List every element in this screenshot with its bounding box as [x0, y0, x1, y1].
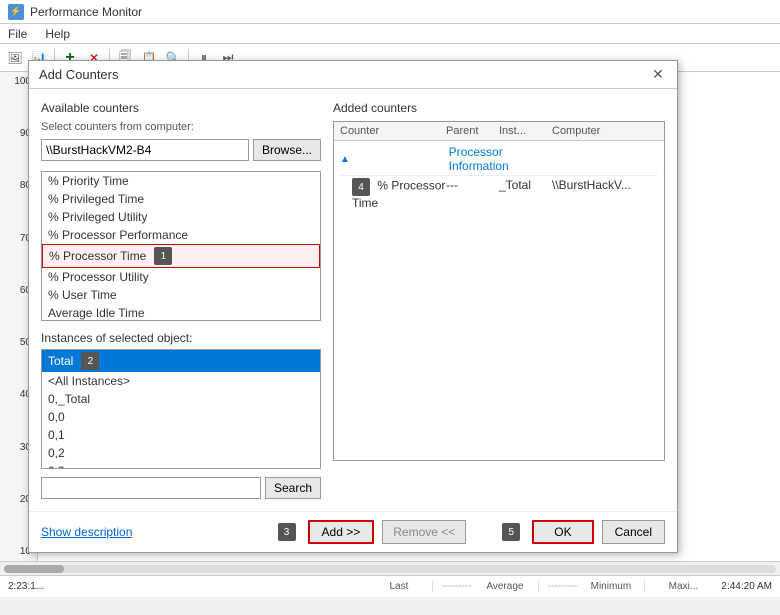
cancel-button[interactable]: Cancel	[602, 520, 665, 544]
instance-0-2[interactable]: 0,2	[42, 444, 320, 462]
row-parent: ---	[446, 178, 499, 210]
col-inst: Inst...	[499, 125, 552, 137]
counter-privileged-utility[interactable]: % Privileged Utility	[42, 208, 320, 226]
table-header: Counter Parent Inst... Computer	[334, 122, 664, 141]
added-counters-label: Added counters	[333, 101, 665, 115]
search-button[interactable]: Search	[265, 477, 321, 499]
badge-2: 2	[81, 352, 99, 370]
right-panel: Added counters Counter Parent Inst... Co…	[333, 101, 665, 499]
computer-select-row: \\BurstHackVM2-B4 Browse...	[41, 139, 321, 161]
dialog-footer: Show description 3 Add >> Remove << 5 OK…	[29, 511, 677, 552]
counter-processor-performance[interactable]: % Processor Performance	[42, 226, 320, 244]
instance-0-total[interactable]: 0,_Total	[42, 390, 320, 408]
show-description-link[interactable]: Show description	[41, 525, 132, 539]
group-header-processor: ▲ Processor Information	[340, 143, 658, 176]
dialog-close-button[interactable]: ✕	[649, 66, 667, 84]
counter-processor-time[interactable]: % Processor Time 1	[42, 244, 320, 268]
badge-4: 4	[352, 178, 370, 196]
add-button[interactable]: Add >>	[308, 520, 375, 544]
instances-label: Instances of selected object:	[41, 331, 321, 345]
instance-0-0[interactable]: 0,0	[42, 408, 320, 426]
group-name: Processor Information	[449, 145, 554, 173]
badge-3: 3	[278, 523, 296, 541]
search-row: Search	[41, 477, 321, 499]
search-select[interactable]	[41, 477, 261, 499]
col-computer: Computer	[552, 125, 658, 137]
counter-average-idle[interactable]: Average Idle Time	[42, 304, 320, 321]
available-counters-label: Available counters	[41, 101, 321, 115]
counter-list[interactable]: % Priority Time % Privileged Time % Priv…	[41, 171, 321, 321]
row-counter: 4 % Processor Time	[340, 178, 446, 210]
instance-list[interactable]: Total 2 <All Instances> 0,_Total 0,0 0,1…	[41, 349, 321, 469]
instance-0-3[interactable]: 0,3	[42, 462, 320, 469]
ok-button[interactable]: OK	[532, 520, 593, 544]
counter-priority-time[interactable]: % Priority Time	[42, 172, 320, 190]
left-panel: Available counters Select counters from …	[41, 101, 321, 499]
badge-1: 1	[154, 247, 172, 265]
instance-0-1[interactable]: 0,1	[42, 426, 320, 444]
computer-select[interactable]: \\BurstHackVM2-B4	[41, 139, 249, 161]
dialog-body: Available counters Select counters from …	[29, 89, 677, 511]
dialog-overlay: Add Counters ✕ Available counters Select…	[0, 0, 780, 615]
counter-user-time[interactable]: % User Time	[42, 286, 320, 304]
row-instance: _Total	[499, 178, 552, 210]
badge-5: 5	[502, 523, 520, 541]
computer-select-label: Select counters from computer:	[41, 121, 321, 133]
added-group-processor: ▲ Processor Information 4 % Processor Ti…	[334, 141, 664, 214]
counter-processor-utility[interactable]: % Processor Utility	[42, 268, 320, 286]
col-parent: Parent	[446, 125, 499, 137]
counter-privileged-time[interactable]: % Privileged Time	[42, 190, 320, 208]
added-counters-table: Counter Parent Inst... Computer ▲ Proces…	[333, 121, 665, 461]
dialog-title: Add Counters	[39, 67, 119, 82]
remove-button[interactable]: Remove <<	[382, 520, 466, 544]
add-counters-dialog: Add Counters ✕ Available counters Select…	[28, 60, 678, 553]
instance-all[interactable]: <All Instances>	[42, 372, 320, 390]
dialog-title-bar: Add Counters ✕	[29, 61, 677, 89]
row-computer: \\BurstHackV...	[552, 178, 658, 210]
table-row: 4 % Processor Time --- _Total \\BurstHac…	[340, 176, 658, 212]
browse-button[interactable]: Browse...	[253, 139, 321, 161]
col-counter: Counter	[340, 125, 446, 137]
group-expand-icon: ▲	[340, 154, 445, 165]
instance-total[interactable]: Total 2	[42, 350, 320, 372]
